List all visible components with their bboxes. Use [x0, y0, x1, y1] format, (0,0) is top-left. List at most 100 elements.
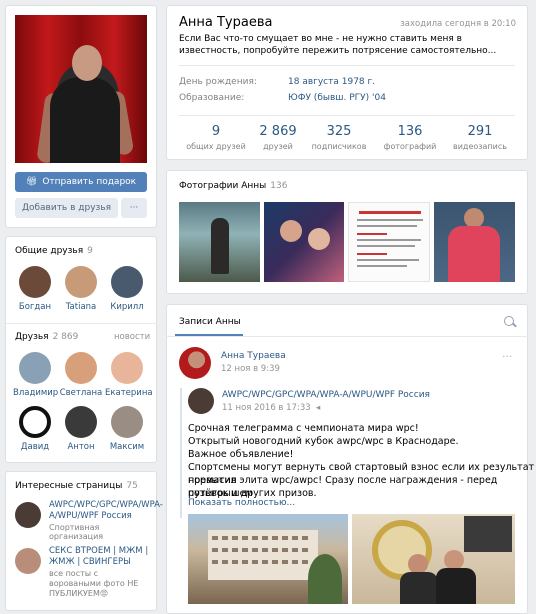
friend-name: Tatiana [65, 302, 97, 312]
profile-status[interactable]: Если Вас что-то смущает во мне - не нужн… [179, 33, 519, 57]
repost-author[interactable]: AWPC/WPC/GPC/WPA/WPA-A/WPU/WPF Россия [222, 390, 430, 400]
birthday-value[interactable]: 18 августа 1978 г. [288, 77, 375, 87]
search-icon[interactable] [504, 316, 517, 328]
post-menu-icon[interactable]: ··· [502, 350, 513, 363]
stat-videos[interactable]: 291 видеозапись [450, 124, 510, 151]
post-line: Срочная телеграмма с чемпионата мира wpc… [188, 423, 419, 434]
more-icon: ··· [129, 203, 139, 213]
divider [179, 115, 515, 116]
stat-label: общих друзей [186, 142, 246, 151]
post-photo[interactable] [188, 514, 348, 604]
friend-item-tatiana[interactable]: Tatiana [59, 266, 103, 312]
photos-title: Фотографии Анны [179, 181, 267, 191]
friend-avatar [111, 406, 143, 438]
friends-header[interactable]: Друзья 2 869 [15, 332, 78, 342]
mutual-friends-title: Общие друзья [15, 246, 84, 256]
divider [5, 323, 157, 324]
friends-title: Друзья [15, 332, 49, 342]
page-desc: все посты с вороваными фото НЕ ПУБЛИКУЕМ… [49, 569, 139, 598]
show-more-link[interactable]: Показать полностью... [188, 498, 295, 508]
add-friend-button[interactable]: Добавить в друзья [15, 198, 118, 218]
repost-bar [180, 388, 182, 518]
interesting-pages-count: 75 [126, 481, 138, 491]
stat-photos[interactable]: 136 фотографий [380, 124, 440, 151]
page-desc: Спортивная организация [49, 523, 104, 541]
stat-mutual-friends[interactable]: 9 общих друзей [186, 124, 246, 151]
friend-item-bogdan[interactable]: Богдан [13, 266, 57, 312]
page-item[interactable]: СЕКС ВТРОЕМ | МЖМ | ЖМЖ | СВИНГЕРЫ все п… [15, 546, 150, 599]
stat-number: 291 [467, 124, 493, 139]
profile-name: Анна Тураева [179, 15, 273, 30]
repost-date-text: 11 ноя 2016 в 17:33 [222, 403, 311, 413]
send-gift-button[interactable]: 🎁︎ Отправить подарок [15, 172, 147, 192]
friend-name: Антон [67, 442, 95, 452]
friend-item-david[interactable]: Давид [13, 406, 57, 452]
stat-label: видеозапись [453, 142, 507, 151]
stat-followers[interactable]: 325 подписчиков [309, 124, 369, 151]
profile-avatar[interactable] [15, 15, 147, 163]
friend-item-vladimir[interactable]: Владимир [13, 352, 58, 398]
interesting-pages-header[interactable]: Интересные страницы 75 [15, 481, 138, 491]
repost-date: 11 ноя 2016 в 17:33 ◂ [222, 403, 320, 413]
stat-label: друзей [263, 142, 293, 151]
wall-tab[interactable]: Записи Анны [179, 317, 241, 327]
last-seen: заходила сегодня в 20:10 [400, 19, 516, 29]
friend-item-anton[interactable]: Антон [59, 406, 103, 452]
friend-avatar [111, 266, 143, 298]
friend-name: Максим [109, 442, 145, 452]
friend-name: Давид [20, 442, 50, 452]
page-avatar [15, 548, 41, 574]
education-value[interactable]: ЮФУ (бывш. РГУ) '04 [288, 93, 386, 103]
page-avatar [15, 502, 41, 528]
friend-item-svetlana[interactable]: Светлана [59, 352, 103, 398]
photo-thumbnail[interactable] [434, 202, 515, 282]
photo-thumbnail[interactable] [348, 202, 430, 282]
friend-item-kirill[interactable]: Кирилл [105, 266, 149, 312]
stat-number: 2 869 [259, 124, 297, 139]
friends-count: 2 869 [52, 332, 79, 342]
add-friend-label: Добавить в друзья [21, 203, 112, 213]
photos-header[interactable]: Фотографии Анны 136 [179, 181, 287, 191]
friend-avatar [19, 352, 51, 384]
page-item[interactable]: AWPC/WPC/GPC/WPA/WPA-A/WPU/WPF Россия Сп… [15, 500, 163, 541]
stat-friends[interactable]: 2 869 друзей [248, 124, 308, 151]
friend-avatar [19, 406, 51, 438]
education-label: Образование: [179, 93, 245, 103]
mutual-friends-count: 9 [87, 246, 93, 256]
post-date[interactable]: 12 ноя в 9:39 [221, 364, 280, 374]
friend-avatar [19, 266, 51, 298]
photos-count: 136 [270, 181, 288, 191]
photo-thumbnail[interactable] [264, 202, 344, 282]
friend-name: Екатерина [105, 388, 153, 398]
friend-avatar [111, 352, 143, 384]
post-author-name[interactable]: Анна Тураева [221, 351, 286, 361]
stat-number: 9 [211, 124, 221, 139]
friends-news-link[interactable]: новости [114, 332, 150, 342]
post-author-avatar[interactable] [179, 347, 211, 379]
stat-number: 325 [326, 124, 352, 139]
mutual-friends-header[interactable]: Общие друзья 9 [15, 246, 93, 256]
post-line: Важное объявление! [188, 449, 294, 460]
friend-item-maxim[interactable]: Максим [105, 406, 149, 452]
page-name: AWPC/WPC/GPC/WPA/WPA-A/WPU/WPF Россия [49, 500, 163, 521]
friend-name: Светлана [59, 388, 103, 398]
friend-item-ekaterina[interactable]: Екатерина [105, 352, 153, 398]
send-gift-label: Отправить подарок [42, 177, 137, 187]
repost-icon: ◂ [313, 403, 321, 413]
friend-avatar [65, 266, 97, 298]
photo-thumbnail[interactable] [179, 202, 260, 282]
birthday-label: День рождения: [179, 77, 257, 87]
friend-avatar [65, 406, 97, 438]
post-photo[interactable] [352, 514, 515, 604]
repost-avatar[interactable] [188, 388, 214, 414]
interesting-pages-title: Интересные страницы [15, 481, 123, 491]
stat-label: подписчиков [311, 142, 367, 151]
page-name: СЕКС ВТРОЕМ | МЖМ | ЖМЖ | СВИНГЕРЫ [49, 546, 149, 567]
more-actions-button[interactable]: ··· [121, 198, 147, 218]
divider [179, 65, 515, 66]
stat-label: фотографий [383, 142, 437, 151]
gift-icon: 🎁︎ [25, 177, 38, 187]
friend-avatar [65, 352, 97, 384]
divider [166, 336, 528, 337]
friend-name: Богдан [18, 302, 52, 312]
